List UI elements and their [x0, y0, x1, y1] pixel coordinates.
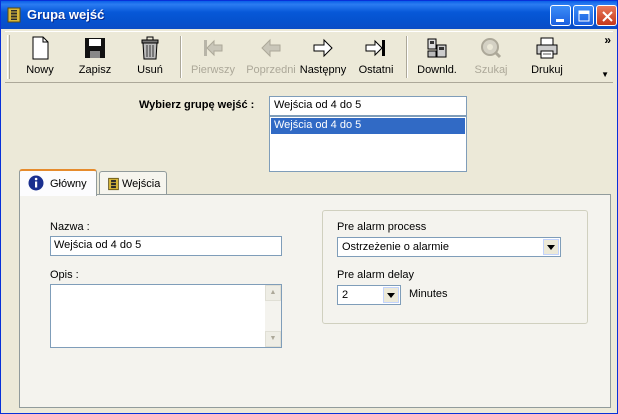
- scroll-up-button[interactable]: ▲: [265, 285, 281, 301]
- info-icon: [28, 175, 44, 191]
- description-scrollbar[interactable]: ▲ ▼: [265, 285, 281, 347]
- main-tab-panel: Nazwa : Wejścia od 4 do 5 Opis : ▲ ▼ Pre…: [19, 194, 611, 408]
- pre-alarm-delay-label: Pre alarm delay: [337, 269, 415, 281]
- next-arrow-icon: [313, 38, 333, 58]
- floppy-disk-icon: [85, 38, 105, 58]
- toolbar-grip[interactable]: [7, 35, 10, 79]
- chevron-down-icon[interactable]: [383, 287, 399, 303]
- trash-bin-icon: [141, 36, 159, 60]
- download-button[interactable]: Downld.: [413, 32, 461, 82]
- group-listbox[interactable]: Wejścia od 4 do 5: [269, 116, 467, 172]
- printer-icon: [536, 37, 558, 59]
- last-arrow-icon: [365, 39, 385, 57]
- app-window: Grupa wejść Nowy Zapisz Usuń Pierwszy Po…: [0, 0, 618, 414]
- pre-alarm-delay-select[interactable]: 2: [337, 285, 401, 305]
- pre-alarm-group: Pre alarm process Ostrzeżenie o alarmie …: [322, 210, 588, 324]
- toolbar-separator: [406, 36, 408, 78]
- previous-arrow-icon: [261, 38, 281, 58]
- description-label: Opis :: [50, 269, 79, 281]
- chevron-down-icon[interactable]: [543, 239, 559, 255]
- description-field[interactable]: ▲ ▼: [50, 284, 282, 348]
- search-icon: [481, 38, 502, 59]
- close-button[interactable]: [596, 5, 617, 26]
- scroll-down-button[interactable]: ▼: [265, 331, 281, 347]
- toolbar-separator: [180, 36, 182, 78]
- first-button[interactable]: Pierwszy: [187, 32, 239, 82]
- save-button[interactable]: Zapisz: [69, 32, 121, 82]
- minutes-label: Minutes: [409, 288, 448, 300]
- input-module-icon: [108, 177, 119, 191]
- maximize-icon: [578, 10, 590, 22]
- delete-button[interactable]: Usuń: [127, 32, 173, 82]
- chevron-down-icon[interactable]: ▼: [601, 70, 609, 79]
- next-button[interactable]: Następny: [295, 32, 351, 82]
- tab-main[interactable]: Główny: [19, 169, 97, 196]
- minimize-button[interactable]: [550, 5, 571, 26]
- pre-alarm-process-select[interactable]: Ostrzeżenie o alarmie: [337, 237, 561, 257]
- toolbar-overflow-button[interactable]: »: [604, 33, 611, 47]
- new-document-icon: [32, 36, 49, 60]
- group-combo-input[interactable]: Wejścia od 4 do 5: [269, 96, 467, 116]
- maximize-button[interactable]: [573, 5, 594, 26]
- tab-inputs[interactable]: Wejścia: [99, 171, 167, 195]
- previous-button[interactable]: Poprzedni: [243, 32, 299, 82]
- print-button[interactable]: Drukuj: [523, 32, 571, 82]
- first-arrow-icon: [204, 39, 223, 57]
- group-select-label: Wybierz grupę wejść :: [139, 99, 255, 111]
- toolbar: Nowy Zapisz Usuń Pierwszy Poprzedni Nast…: [5, 31, 613, 83]
- name-label: Nazwa :: [50, 221, 90, 233]
- pre-alarm-process-label: Pre alarm process: [337, 221, 427, 233]
- minimize-icon: [556, 19, 564, 22]
- title-bar[interactable]: Grupa wejść: [1, 1, 617, 29]
- close-icon: [602, 11, 613, 22]
- new-button[interactable]: Nowy: [17, 32, 63, 82]
- list-item[interactable]: Wejścia od 4 do 5: [271, 118, 465, 134]
- last-button[interactable]: Ostatni: [353, 32, 399, 82]
- window-title: Grupa wejść: [27, 7, 105, 22]
- name-field[interactable]: Wejścia od 4 do 5: [50, 236, 282, 256]
- download-device-icon: [427, 38, 447, 58]
- search-button[interactable]: Szukaj: [469, 32, 513, 82]
- input-module-icon: [7, 7, 21, 23]
